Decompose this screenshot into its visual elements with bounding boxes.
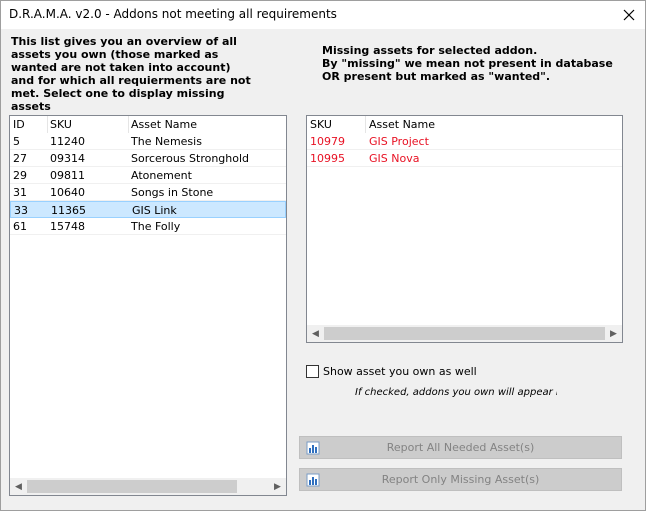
cell-asset-name: GIS Link (132, 204, 177, 217)
cell-id: 33 (14, 204, 28, 217)
chevron-right-icon[interactable]: ▶ (605, 325, 622, 342)
cell-sku: 15748 (50, 220, 85, 233)
table-row[interactable]: 5 11240 The Nemesis (10, 133, 286, 150)
report-all-button[interactable]: Report All Needed Asset(s) (299, 436, 622, 459)
table-row[interactable]: 29 09811 Atonement (10, 167, 286, 184)
table-row[interactable]: 10995 GIS Nova (307, 150, 622, 167)
show-owned-hint: If checked, addons you own will appear i… (355, 387, 557, 398)
cell-sku: 10995 (310, 152, 345, 165)
report-all-label: Report All Needed Asset(s) (386, 441, 535, 454)
addons-list[interactable]: ID SKU Asset Name 5 11240 The Nemesis 27 093… (9, 115, 287, 496)
cell-asset-name: The Nemesis (131, 135, 202, 148)
close-icon (623, 9, 635, 21)
cell-asset-name: GIS Nova (369, 152, 420, 165)
table-row[interactable]: 61 15748 The Folly (10, 218, 286, 235)
report-missing-button[interactable]: Report Only Missing Asset(s) (299, 468, 622, 491)
cell-id: 5 (13, 135, 20, 148)
addons-list-header: ID SKU Asset Name (10, 116, 286, 133)
addons-list-horizontal-scrollbar[interactable]: ◀ ▶ (10, 478, 286, 495)
missing-list-header: SKU Asset Name (307, 116, 622, 133)
table-row[interactable]: 31 10640 Songs in Stone (10, 184, 286, 201)
table-row[interactable]: 10979 GIS Project (307, 133, 622, 150)
column-header-sku[interactable]: SKU (50, 118, 72, 131)
cell-id: 31 (13, 186, 27, 199)
dialog-window: D.R.A.M.A. v2.0 - Addons not meeting all… (0, 0, 646, 511)
cell-sku: 11240 (50, 135, 85, 148)
table-row[interactable]: 33 11365 GIS Link (10, 201, 286, 218)
cell-asset-name: Atonement (131, 169, 192, 182)
scrollbar-thumb[interactable] (324, 327, 605, 340)
missing-list-horizontal-scrollbar[interactable]: ◀ ▶ (307, 325, 622, 342)
title-bar: D.R.A.M.A. v2.0 - Addons not meeting all… (1, 1, 645, 29)
cell-sku: 11365 (51, 204, 86, 217)
cell-id: 27 (13, 152, 27, 165)
cell-id: 61 (13, 220, 27, 233)
column-header-asset-name[interactable]: Asset Name (369, 118, 435, 131)
cell-asset-name: Songs in Stone (131, 186, 214, 199)
show-owned-checkbox-row[interactable]: Show asset you own as well (306, 365, 477, 378)
column-header-id[interactable]: ID (13, 118, 25, 131)
column-header-asset-name[interactable]: Asset Name (131, 118, 197, 131)
cell-sku: 10640 (50, 186, 85, 199)
close-button[interactable] (613, 1, 645, 29)
missing-assets-list[interactable]: SKU Asset Name 10979 GIS Project 10995 GIS … (306, 115, 623, 343)
table-row[interactable]: 27 09314 Sorcerous Stronghold (10, 150, 286, 167)
column-header-sku[interactable]: SKU (310, 118, 332, 131)
missing-description: Missing assets for selected addon. By "m… (322, 44, 613, 83)
chevron-left-icon[interactable]: ◀ (10, 478, 27, 495)
cell-sku: 09811 (50, 169, 85, 182)
report-icon (306, 473, 320, 487)
cell-asset-name: The Folly (131, 220, 181, 233)
addons-description: This list gives you an overview of all a… (11, 35, 251, 113)
cell-sku: 10979 (310, 135, 345, 148)
scrollbar-thumb[interactable] (27, 480, 237, 493)
report-icon (306, 441, 320, 455)
report-missing-label: Report Only Missing Asset(s) (381, 473, 540, 486)
cell-id: 29 (13, 169, 27, 182)
chevron-right-icon[interactable]: ▶ (269, 478, 286, 495)
show-owned-label[interactable]: Show asset you own as well (323, 365, 477, 378)
show-owned-checkbox[interactable] (306, 365, 319, 378)
cell-asset-name: GIS Project (369, 135, 429, 148)
cell-sku: 09314 (50, 152, 85, 165)
cell-asset-name: Sorcerous Stronghold (131, 152, 250, 165)
chevron-left-icon[interactable]: ◀ (307, 325, 324, 342)
window-title: D.R.A.M.A. v2.0 - Addons not meeting all… (9, 7, 337, 21)
